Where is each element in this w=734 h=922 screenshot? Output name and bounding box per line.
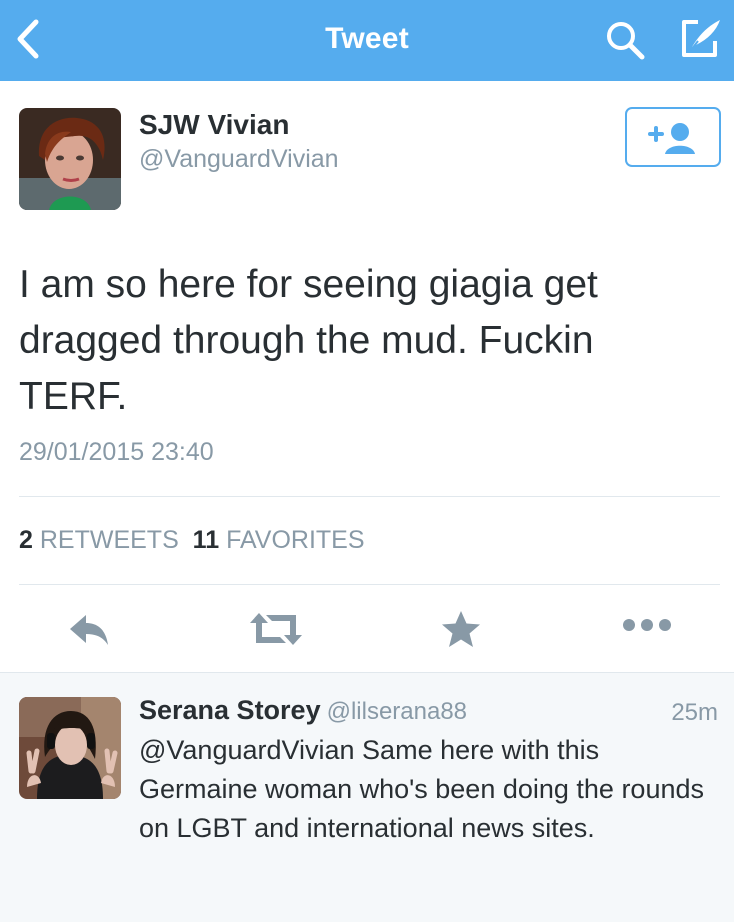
retweets-stat[interactable]: 2 RETWEETS	[19, 526, 179, 554]
reply-time: 25m	[671, 699, 718, 726]
retweets-label: RETWEETS	[39, 526, 179, 554]
divider	[19, 584, 720, 585]
compose-button[interactable]	[678, 17, 724, 59]
reply-button[interactable]	[66, 609, 112, 654]
reply-author[interactable]: Serana Storey @lilserana88	[139, 695, 467, 726]
avatar[interactable]	[19, 697, 121, 799]
tweet-detail: SJW Vivian @VanguardVivian I am so here …	[0, 81, 734, 672]
compose-icon	[682, 20, 720, 57]
add-user-icon	[648, 123, 695, 154]
reply-author-name: Serana Storey	[139, 695, 321, 725]
author-avatar-image	[19, 108, 121, 210]
reply-icon	[70, 615, 108, 645]
author-handle[interactable]: @VanguardVivian	[139, 145, 339, 174]
favorite-icon	[442, 611, 480, 647]
tweet-timestamp: 29/01/2015 23:40	[19, 438, 214, 466]
top-bar: Tweet	[0, 0, 734, 81]
favorites-count: 11	[192, 526, 220, 554]
avatar[interactable]	[19, 108, 121, 210]
search-icon	[607, 22, 645, 60]
search-button[interactable]	[605, 20, 645, 60]
follow-button[interactable]	[625, 107, 721, 167]
author-name[interactable]: SJW Vivian	[139, 109, 289, 141]
reply-author-handle: @lilserana88	[326, 698, 468, 725]
retweet-icon	[250, 613, 302, 645]
favorite-button[interactable]	[440, 609, 482, 654]
reply-text: @VanguardVivian Same here with this Germ…	[139, 735, 704, 843]
more-button[interactable]	[622, 617, 672, 638]
retweet-button[interactable]	[246, 609, 306, 654]
favorites-label: FAVORITES	[226, 526, 365, 554]
favorites-stat[interactable]: 11 FAVORITES	[193, 526, 365, 554]
more-icon	[623, 619, 671, 631]
retweets-count: 2	[19, 526, 33, 554]
reply-avatar-image	[19, 697, 121, 799]
tweet-text: I am so here for seeing giagia get dragg…	[19, 263, 598, 418]
tweet-actions	[0, 603, 734, 661]
divider	[19, 496, 720, 497]
tweet-stats: 2 RETWEETS 11 FAVORITES	[19, 526, 365, 555]
reply-tweet[interactable]: Serana Storey @lilserana88 25m @VanguardV…	[0, 672, 734, 922]
